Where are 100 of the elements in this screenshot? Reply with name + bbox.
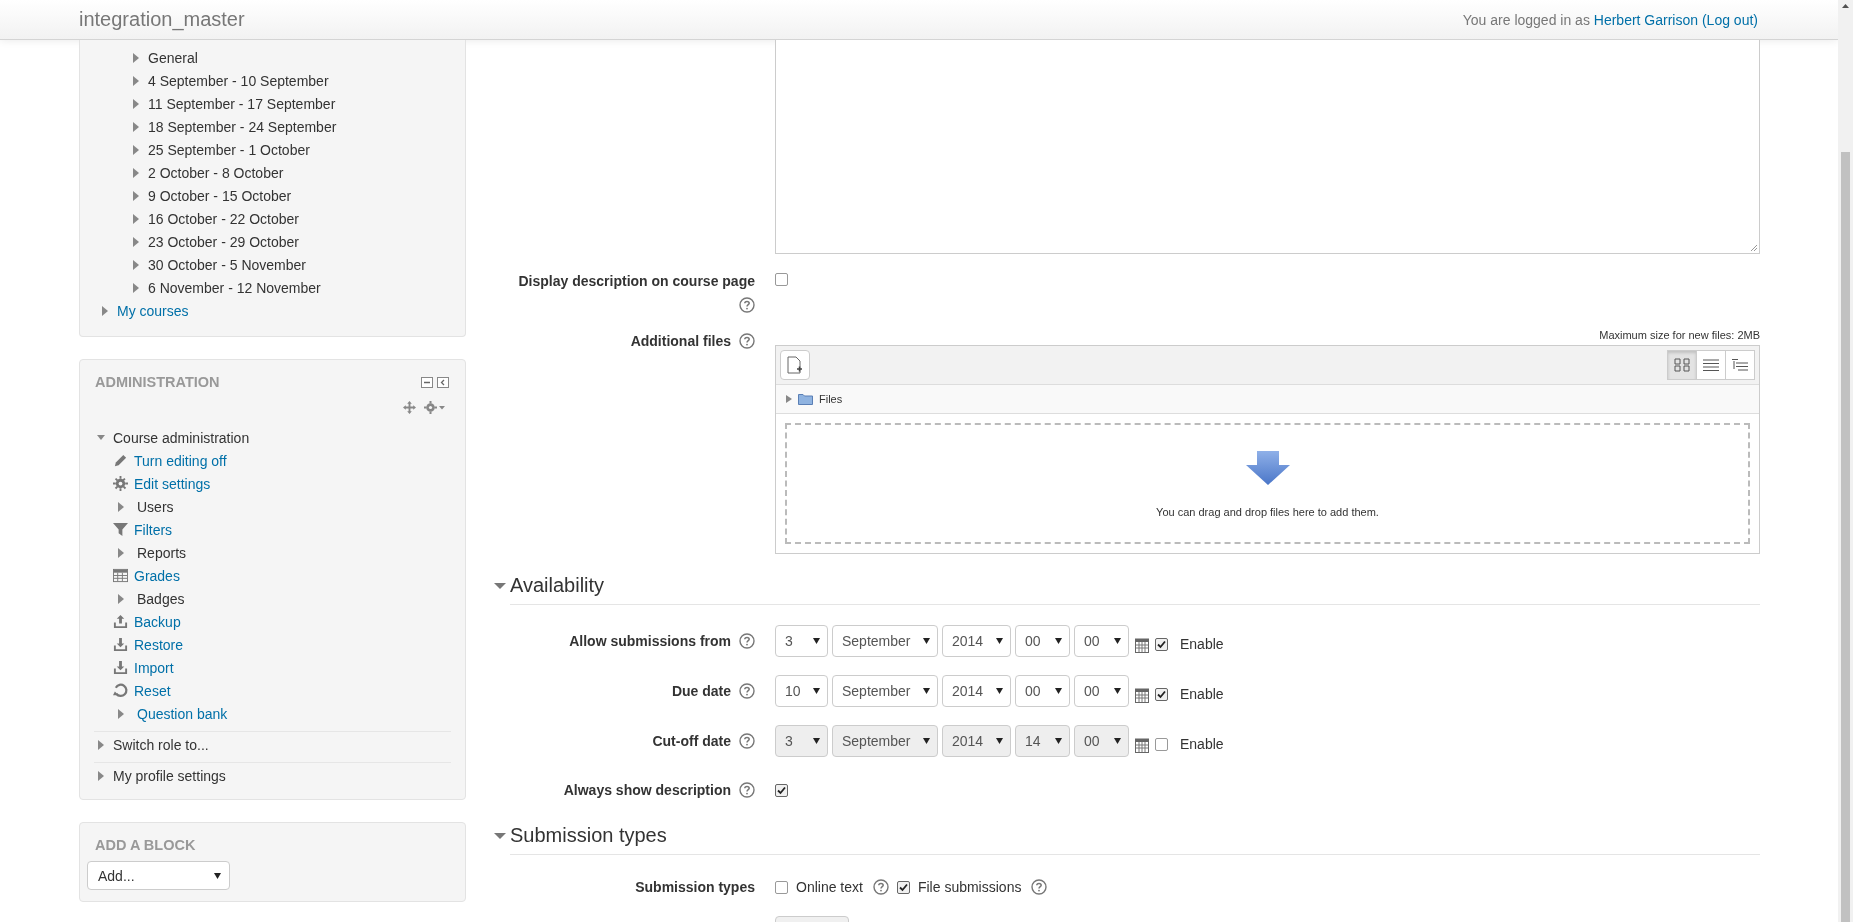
year-select[interactable]: 2014 — [942, 675, 1011, 707]
tree-item[interactable]: 16 October - 22 October — [148, 210, 299, 227]
tree-item[interactable]: 6 November - 12 November — [148, 279, 321, 296]
year-select[interactable]: 2014 — [942, 625, 1011, 657]
minute-select[interactable]: 00 — [1074, 625, 1129, 657]
caret-icon[interactable] — [494, 830, 506, 842]
caret-icon[interactable] — [101, 305, 109, 316]
minute-select[interactable]: 00 — [1074, 675, 1129, 707]
tree-item[interactable]: Restore — [134, 636, 184, 653]
tree-item[interactable]: Turn editing off — [134, 452, 227, 469]
checkbox[interactable] — [1155, 637, 1168, 651]
hour-select[interactable]: 00 — [1015, 625, 1070, 657]
tree-item[interactable]: Badges — [137, 590, 185, 607]
help-icon[interactable] — [739, 333, 755, 349]
tree-item[interactable]: 30 October - 5 November — [148, 256, 306, 273]
caret-icon[interactable] — [786, 395, 792, 403]
calendar-icon[interactable] — [1135, 687, 1149, 703]
caret-icon[interactable] — [97, 739, 105, 750]
minimize-icon[interactable] — [421, 376, 433, 388]
hour-select[interactable]: 14 — [1015, 725, 1070, 757]
caret-icon[interactable] — [132, 190, 140, 201]
section-title[interactable]: Availability — [510, 574, 605, 596]
checkbox[interactable] — [775, 273, 788, 286]
tree-item[interactable]: 18 September - 24 September — [148, 118, 337, 135]
help-icon[interactable] — [739, 633, 755, 649]
caret-icon[interactable] — [132, 236, 140, 247]
caret-icon[interactable] — [132, 213, 140, 224]
tree-item[interactable]: 11 September - 17 September — [148, 95, 336, 112]
caret-icon[interactable] — [132, 121, 140, 132]
caret-icon[interactable] — [132, 98, 140, 109]
caret-icon[interactable] — [132, 167, 140, 178]
caret-icon[interactable] — [117, 547, 125, 558]
site-name[interactable]: integration_master — [79, 8, 245, 31]
tree-item[interactable]: Switch role to... — [113, 736, 209, 753]
caret-icon[interactable] — [117, 593, 125, 604]
help-icon[interactable] — [739, 782, 755, 798]
section-title[interactable]: Submission types — [510, 824, 667, 846]
tree-item[interactable]: Question bank — [137, 705, 228, 722]
caret-icon[interactable] — [132, 259, 140, 270]
month-select[interactable]: September — [832, 675, 938, 707]
tree-item[interactable]: Import — [134, 659, 174, 676]
tree-item[interactable]: 4 September - 10 September — [148, 72, 329, 89]
tree-item[interactable]: Grades — [134, 567, 180, 584]
caret-icon[interactable] — [117, 708, 125, 719]
tree-item[interactable]: Users — [137, 498, 174, 515]
tree-item[interactable]: My courses — [117, 302, 189, 319]
caret-icon[interactable] — [132, 144, 140, 155]
drop-zone[interactable]: You can drag and drop files here to add them. — [785, 423, 1750, 544]
minute-select[interactable]: 00 — [1074, 725, 1129, 757]
month-select[interactable]: September — [832, 625, 938, 657]
caret-icon[interactable] — [117, 501, 125, 512]
tree-item[interactable]: Edit settings — [134, 475, 211, 492]
scrollbar[interactable] — [1838, 0, 1853, 922]
tree-item[interactable]: 9 October - 15 October — [148, 187, 292, 204]
caret-icon[interactable] — [132, 282, 140, 293]
checkbox[interactable] — [1155, 687, 1168, 701]
caret-icon[interactable] — [132, 52, 140, 63]
help-icon[interactable] — [739, 297, 755, 313]
view-button[interactable] — [1696, 350, 1726, 380]
year-select[interactable]: 2014 — [942, 725, 1011, 757]
month-select[interactable]: September — [832, 725, 938, 757]
calendar-icon[interactable] — [1135, 737, 1149, 753]
checkbox[interactable] — [1155, 737, 1168, 751]
day-select[interactable]: 10 — [775, 675, 828, 707]
help-icon[interactable] — [739, 683, 755, 699]
checkbox[interactable] — [775, 880, 788, 894]
add-block-select[interactable]: Add... — [87, 861, 230, 890]
caret-icon[interactable] — [97, 770, 105, 781]
caret-icon — [923, 688, 930, 694]
tree-item[interactable]: 2 October - 8 October — [148, 164, 284, 181]
day-select[interactable]: 3 — [775, 625, 828, 657]
hour-select[interactable]: 00 — [1015, 675, 1070, 707]
resize-grip-icon[interactable] — [1750, 244, 1758, 252]
checkbox[interactable] — [775, 783, 788, 797]
gear-menu-icon[interactable] — [424, 400, 445, 414]
tree-item[interactable]: 23 October - 29 October — [148, 233, 299, 250]
add-file-button[interactable] — [780, 350, 810, 380]
help-icon[interactable] — [872, 879, 889, 895]
enable-label: Enable — [1180, 736, 1224, 752]
field-label: Always show description — [563, 782, 731, 798]
day-select[interactable]: 3 — [775, 725, 828, 757]
folder-name[interactable]: Files — [819, 393, 843, 405]
dock-icon[interactable] — [437, 376, 449, 388]
tree-item[interactable]: Reset — [134, 682, 171, 699]
caret-icon[interactable] — [494, 580, 506, 592]
user-link[interactable]: Herbert Garrison — [1593, 11, 1699, 28]
tree-item[interactable]: Course administration — [113, 429, 250, 446]
caret-icon[interactable] — [132, 75, 140, 86]
checkbox[interactable] — [896, 880, 910, 894]
tree-item[interactable]: Filters — [134, 521, 173, 538]
tree-item[interactable]: 25 September - 1 October — [148, 141, 310, 158]
tree-item[interactable]: Backup — [134, 613, 181, 630]
tree-item[interactable]: My profile settings — [113, 767, 226, 784]
help-icon[interactable] — [1031, 879, 1048, 895]
tree-item[interactable]: Reports — [137, 544, 187, 561]
help-icon[interactable] — [739, 733, 755, 749]
logout-link[interactable]: (Log out) — [1701, 11, 1758, 28]
tree-item[interactable]: General — [148, 49, 198, 66]
calendar-icon[interactable] — [1135, 637, 1149, 653]
move-icon[interactable] — [403, 400, 416, 414]
